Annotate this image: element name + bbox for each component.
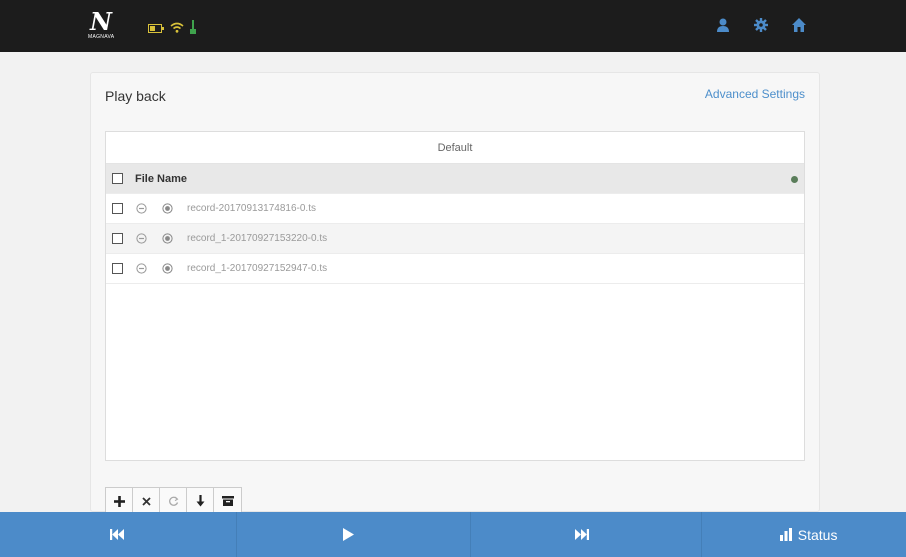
- brand-logo: N MAGNAVA: [88, 10, 124, 46]
- record-target-icon[interactable]: [161, 263, 173, 275]
- top-bar: N MAGNAVA: [0, 0, 906, 52]
- bar-chart-icon: [779, 528, 792, 541]
- home-icon[interactable]: [790, 16, 808, 34]
- table-header: File Name: [106, 164, 804, 194]
- play-icon: [343, 528, 355, 541]
- refresh-button[interactable]: [160, 488, 187, 514]
- page-title: Play back: [105, 88, 166, 104]
- panel-header: Play back Advanced Settings: [91, 73, 819, 121]
- folder-label[interactable]: Default: [106, 132, 804, 164]
- select-all-checkbox[interactable]: [112, 173, 123, 184]
- file-toolbar: [105, 487, 242, 515]
- user-icon[interactable]: [714, 16, 732, 34]
- previous-button[interactable]: [0, 512, 238, 557]
- playback-controls: Status: [0, 512, 906, 557]
- file-list: Default File Name record-20170913174816-…: [105, 131, 805, 461]
- download-button[interactable]: [187, 488, 214, 514]
- file-name[interactable]: record_1-20170927152947-0.ts: [187, 263, 327, 274]
- row-checkbox[interactable]: [112, 263, 123, 274]
- table-row[interactable]: record_1-20170927152947-0.ts: [106, 254, 804, 284]
- status-label: Status: [797, 526, 838, 543]
- folder-button[interactable]: [214, 488, 241, 514]
- refresh-icon: [168, 496, 178, 506]
- record-target-icon[interactable]: [161, 233, 173, 245]
- add-button[interactable]: [106, 488, 133, 514]
- brand-text: MAGNAVA: [88, 34, 115, 40]
- wifi-icon: [170, 20, 184, 38]
- brand-mark: N: [90, 7, 112, 36]
- sort-indicator-icon[interactable]: [791, 176, 798, 183]
- column-header-file-name[interactable]: File Name: [135, 173, 187, 185]
- archive-icon: [221, 496, 234, 506]
- play-button[interactable]: [237, 512, 471, 557]
- minus-circle-icon[interactable]: [135, 263, 147, 275]
- skip-back-icon: [110, 529, 124, 540]
- row-checkbox[interactable]: [112, 203, 123, 214]
- top-actions: [714, 16, 808, 34]
- minus-circle-icon[interactable]: [135, 203, 147, 215]
- record-target-icon[interactable]: [161, 203, 173, 215]
- skip-forward-icon: [574, 529, 589, 540]
- plus-icon: [113, 495, 125, 507]
- status-button[interactable]: Status: [702, 512, 906, 557]
- table-row[interactable]: record-20170913174816-0.ts: [106, 194, 804, 224]
- minus-circle-icon[interactable]: [135, 233, 147, 245]
- file-name[interactable]: record-20170913174816-0.ts: [187, 203, 316, 214]
- battery-icon: [148, 20, 164, 38]
- delete-button[interactable]: [133, 488, 160, 514]
- download-icon: [196, 495, 204, 507]
- advanced-settings-link[interactable]: Advanced Settings: [705, 87, 805, 101]
- row-checkbox[interactable]: [112, 233, 123, 244]
- signal-icon: [190, 19, 196, 39]
- next-button[interactable]: [471, 512, 702, 557]
- table-row[interactable]: record_1-20170927153220-0.ts: [106, 224, 804, 254]
- playback-panel: Play back Advanced Settings Default File…: [90, 72, 820, 515]
- close-icon: [141, 496, 151, 506]
- device-status: [148, 19, 196, 39]
- gear-icon[interactable]: [752, 16, 770, 34]
- file-name[interactable]: record_1-20170927153220-0.ts: [187, 233, 327, 244]
